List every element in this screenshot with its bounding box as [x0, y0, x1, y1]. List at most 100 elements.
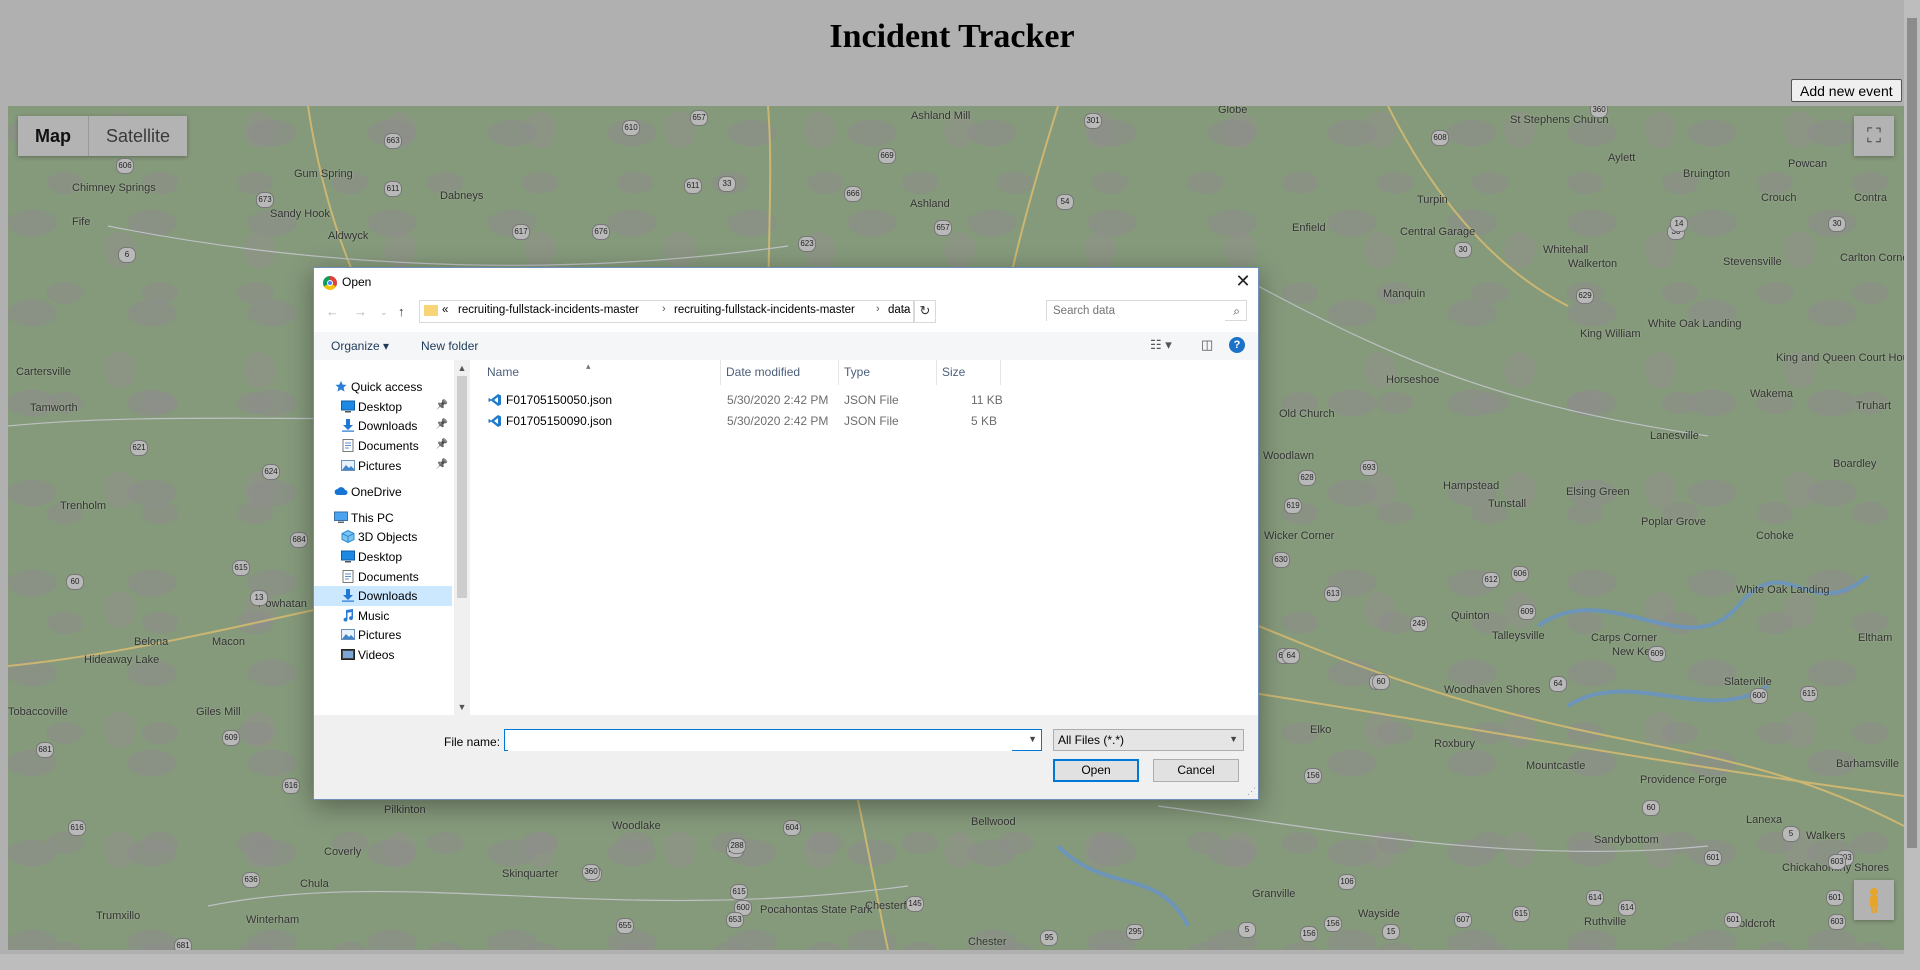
sidebar-item-desktop[interactable]: Desktop [314, 547, 452, 567]
this-pc-icon [334, 511, 348, 524]
route-shield: 601 [1826, 890, 1844, 906]
map-type-satellite[interactable]: Satellite [89, 116, 188, 156]
route-shield: 673 [256, 192, 274, 208]
column-header-name[interactable]: Name ▴ [471, 360, 721, 385]
search-box[interactable]: ⌕ [1046, 300, 1247, 321]
route-shield: 60 [66, 574, 84, 590]
chevron-down-icon[interactable]: ⌄ [901, 304, 909, 315]
address-bar[interactable]: « recruiting-fullstack-incidents-master … [419, 300, 914, 323]
column-header-date[interactable]: Date modified [721, 360, 839, 385]
map-place: Tobaccoville [8, 706, 68, 718]
map-place: Gum Spring [294, 168, 353, 180]
map-place: Chester [968, 936, 1007, 948]
route-shield: 612 [1482, 572, 1500, 588]
scroll-up-icon[interactable]: ▲ [454, 360, 470, 376]
close-icon[interactable]: ✕ [1228, 268, 1258, 296]
page-scroll-thumb[interactable] [1907, 18, 1917, 848]
sidebar-item-videos[interactable]: Videos [314, 645, 452, 665]
sidebar-item-label: Videos [358, 648, 395, 662]
route-shield: 14 [1670, 216, 1688, 232]
sidebar-item-label: Pictures [358, 459, 402, 473]
dialog-titlebar[interactable]: Open ✕ [314, 268, 1258, 296]
page-horizontal-scrollbar[interactable] [0, 954, 1904, 970]
map-place: Eltham [1858, 632, 1893, 644]
map-type-control[interactable]: Map Satellite [18, 116, 188, 156]
route-shield: 106 [1338, 874, 1356, 890]
sidebar-item-downloads[interactable]: Downloads 📌 [314, 416, 452, 436]
column-header-type[interactable]: Type [839, 360, 937, 385]
sidebar-item-onedrive[interactable]: OneDrive [314, 482, 452, 502]
file-type-filter[interactable]: All Files (*.*) ▼ [1053, 729, 1244, 751]
file-name-combobox[interactable]: ▼ [504, 729, 1042, 751]
navigation-scrollbar[interactable]: ▲ ▼ [454, 360, 470, 715]
sidebar-item-desktop[interactable]: Desktop 📌 [314, 397, 452, 417]
sidebar-item-downloads[interactable]: Downloads [314, 586, 452, 606]
map-place: Providence Forge [1640, 774, 1727, 786]
sidebar-item-documents[interactable]: Documents [314, 567, 452, 587]
sidebar-item-pictures[interactable]: Pictures [314, 625, 452, 645]
view-options-icon[interactable]: ☷ ▾ [1150, 337, 1172, 353]
map-place: Ashland [910, 198, 950, 210]
breadcrumb-separator-icon[interactable]: › [662, 303, 666, 315]
route-shield: 669 [878, 148, 896, 164]
preview-pane-icon[interactable]: ◫ [1201, 337, 1213, 353]
map-type-map[interactable]: Map [18, 116, 89, 156]
refresh-icon[interactable]: ↻ [914, 300, 936, 323]
route-shield: 609 [1648, 646, 1666, 662]
sidebar-item-pictures[interactable]: Pictures 📌 [314, 456, 452, 476]
map-place: Winterham [246, 914, 300, 926]
resize-grip-icon[interactable]: ⋰ [1247, 786, 1256, 797]
new-folder-button[interactable]: New folder [421, 339, 478, 353]
breadcrumb-item[interactable]: recruiting-fullstack-incidents-master [674, 304, 855, 316]
cancel-button[interactable]: Cancel [1153, 759, 1239, 782]
recent-locations-icon[interactable]: ⌄ [380, 307, 388, 318]
add-new-event-button[interactable]: Add new event [1791, 79, 1902, 102]
navigation-scroll-thumb[interactable] [457, 376, 467, 598]
sidebar-item-documents[interactable]: Documents 📌 [314, 436, 452, 456]
page-vertical-scrollbar[interactable] [1904, 0, 1920, 970]
pegman-icon[interactable] [1854, 880, 1894, 920]
fullscreen-icon[interactable]: ⛶ [1854, 116, 1894, 156]
map-place: Carps Corner [1591, 632, 1658, 644]
up-arrow-icon[interactable]: ↑ [398, 304, 405, 319]
column-header-size[interactable]: Size [937, 360, 1001, 385]
download-icon [341, 419, 355, 432]
help-icon[interactable]: ? [1229, 337, 1245, 353]
search-input[interactable] [1047, 301, 1225, 321]
map-place: Ashland Mill [911, 110, 971, 122]
sidebar-item-music[interactable]: Music [314, 606, 452, 626]
folder-icon [424, 305, 438, 316]
chevron-down-icon[interactable]: ▼ [1229, 734, 1238, 744]
sidebar-item-this-pc[interactable]: This PC [314, 508, 452, 528]
file-row[interactable]: F01705150050.json 5/30/2020 2:42 PM JSON… [471, 390, 1071, 411]
navigation-pane: Quick access Desktop 📌 Downloads 📌 Documents 📌… [314, 360, 454, 715]
file-name-input[interactable] [508, 731, 1012, 751]
scroll-down-icon[interactable]: ▼ [454, 699, 470, 715]
route-shield: 13 [250, 590, 268, 606]
breadcrumb-item[interactable]: recruiting-fullstack-incidents-master [458, 304, 639, 316]
sidebar-item-label: Desktop [358, 400, 403, 414]
route-shield: 60 [1642, 800, 1660, 816]
file-name: F01705150090.json [506, 414, 613, 428]
back-arrow-icon[interactable]: ← [326, 304, 339, 319]
route-shield: 607 [1454, 912, 1472, 928]
file-type-filter-value: All Files (*.*) [1058, 733, 1125, 747]
map-place: Walkers [1806, 830, 1846, 842]
route-shield: 609 [222, 730, 240, 746]
route-shield: 616 [68, 820, 86, 836]
breadcrumb-separator-icon[interactable]: › [876, 303, 880, 315]
organize-menu[interactable]: Organize ▾ [331, 339, 389, 353]
sidebar-item-label: Music [358, 609, 390, 623]
chrome-icon [323, 276, 337, 290]
sidebar-item-3d-objects[interactable]: 3D Objects [314, 527, 452, 547]
open-button[interactable]: Open [1053, 759, 1139, 782]
map-place: Horseshoe [1386, 374, 1440, 386]
route-shield: 653 [726, 912, 744, 928]
file-row[interactable]: F01705150090.json 5/30/2020 2:42 PM JSON… [471, 411, 1071, 432]
desktop-icon [341, 550, 355, 563]
sidebar-item-quick-access[interactable]: Quick access [314, 377, 452, 397]
breadcrumb-overflow[interactable]: « [442, 304, 448, 316]
chevron-down-icon[interactable]: ▼ [1028, 734, 1037, 744]
forward-arrow-icon[interactable]: → [354, 304, 367, 319]
route-shield: 623 [798, 236, 816, 252]
